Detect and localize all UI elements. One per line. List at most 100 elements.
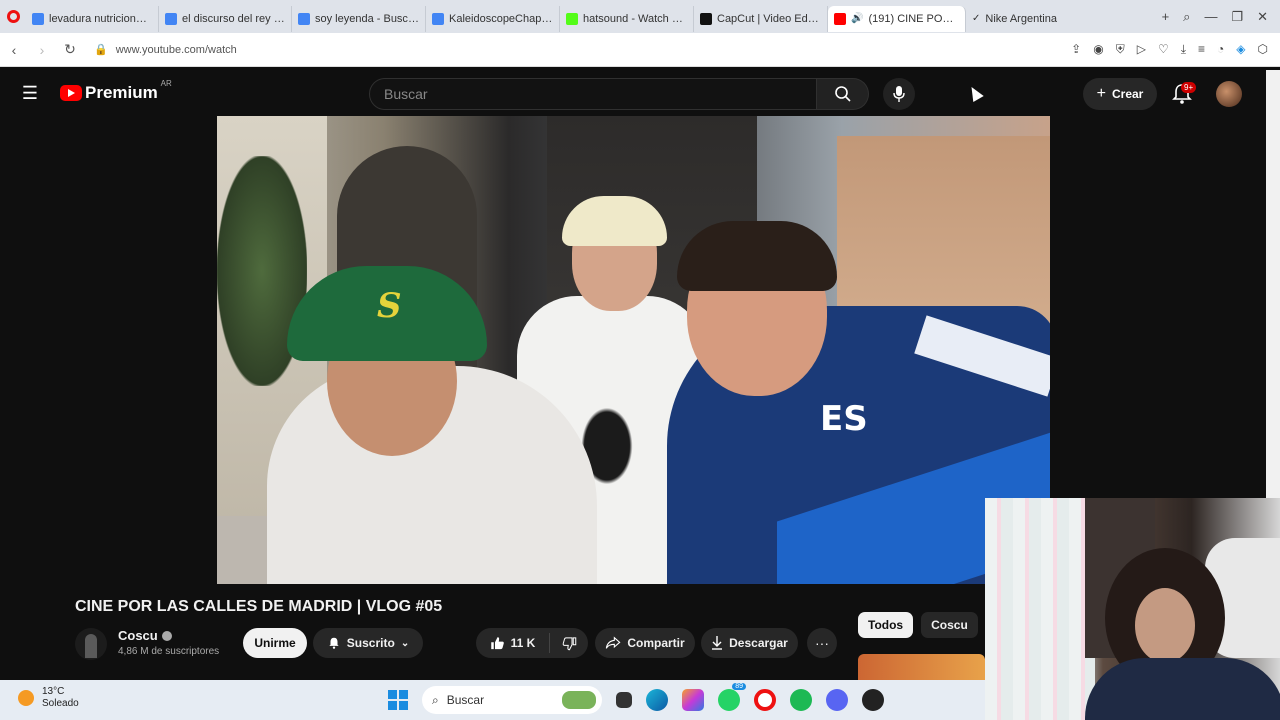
subscribed-button[interactable]: Suscrito ⌄: [313, 628, 423, 658]
tab-capcut[interactable]: CapCut | Video Editor | A: [694, 5, 828, 32]
more-actions-button[interactable]: ···: [807, 628, 837, 658]
back-icon[interactable]: ‹: [0, 42, 28, 58]
webcam-person-face: [1135, 588, 1195, 663]
share-label: Compartir: [627, 636, 685, 650]
download-icon[interactable]: ⤓: [1181, 42, 1186, 57]
account-avatar[interactable]: [1216, 81, 1242, 107]
search-button[interactable]: [817, 78, 869, 110]
create-label: Crear: [1111, 87, 1144, 101]
tab-kaleidoscope[interactable]: KaleidoscopeChappell Ro: [426, 5, 560, 32]
voice-search-button[interactable]: [883, 78, 915, 110]
jersey-text: ES: [820, 399, 868, 439]
create-button[interactable]: + Crear: [1083, 78, 1157, 110]
chevron-down-icon: ⌄: [400, 637, 410, 649]
sun-icon: [18, 690, 34, 706]
close-window-icon[interactable]: ✕: [1257, 9, 1268, 25]
tab-nike[interactable]: ✓ Nike Argentina: [966, 6, 1106, 32]
search-icon: [834, 86, 851, 102]
join-button[interactable]: Unirme: [243, 628, 307, 658]
tab-label: soy leyenda - Buscar con: [315, 12, 419, 25]
obs-icon[interactable]: [862, 689, 884, 711]
search-highlight-icon: [562, 691, 596, 709]
camera-icon[interactable]: ◉: [1093, 42, 1103, 57]
chip-todos[interactable]: Todos: [858, 612, 914, 638]
channel-name[interactable]: Coscu: [118, 628, 172, 643]
like-count: 11 K: [510, 636, 536, 650]
guide-menu-icon[interactable]: ☰: [0, 83, 60, 104]
whatsapp-badge: 89: [732, 683, 746, 690]
tab-label: el discurso del rey - Busc: [182, 12, 285, 25]
taskbar-search[interactable]: ⌕ Buscar: [422, 686, 602, 714]
nike-icon: ✓: [972, 13, 981, 24]
menu-icon[interactable]: ≡: [1198, 42, 1205, 57]
dislike-button[interactable]: [550, 636, 588, 651]
minimize-icon[interactable]: —: [1204, 9, 1217, 24]
google-icon: [432, 12, 444, 25]
speaker-icon: 🔊: [851, 13, 864, 24]
reload-icon[interactable]: ↻: [56, 41, 84, 58]
search-input[interactable]: [369, 78, 817, 110]
video-player[interactable]: S ES: [217, 116, 1050, 584]
play-icon[interactable]: ▷: [1137, 42, 1146, 57]
channel-avatar[interactable]: [75, 628, 107, 660]
tab-label: (191) CINE POR LAS C: [868, 12, 959, 25]
google-icon: [32, 12, 44, 25]
tab-levadura[interactable]: levadura nutricional - Bu: [26, 5, 159, 32]
webcam-curtain: [985, 498, 1095, 720]
file-explorer-icon[interactable]: [616, 692, 632, 708]
video-title: CINE POR LAS CALLES DE MADRID | VLOG #05: [75, 598, 443, 615]
tab-youtube-active[interactable]: 🔊 (191) CINE POR LAS C: [828, 5, 966, 32]
youtube-icon: [834, 12, 846, 25]
browser-tab-bar: levadura nutricional - Bu el discurso de…: [0, 0, 1280, 33]
like-button[interactable]: 11 K: [476, 633, 550, 653]
channel-row: Coscu 4,86 M de suscriptores Unirme Susc…: [75, 626, 855, 666]
temperature: 13°C: [42, 686, 65, 697]
share-button[interactable]: Compartir: [595, 628, 695, 658]
tab-kick[interactable]: hatsound - Watch clips a: [560, 5, 694, 32]
url-field[interactable]: 🔒 www.youtube.com/watch: [94, 43, 237, 57]
discord-icon[interactable]: [826, 689, 848, 711]
heart-icon[interactable]: ♡: [1158, 42, 1169, 57]
edge-icon[interactable]: [646, 689, 668, 711]
google-icon: [165, 12, 177, 25]
download-button[interactable]: Descargar: [701, 628, 798, 658]
opera-logo-icon[interactable]: [0, 0, 26, 33]
forward-icon[interactable]: ›: [28, 42, 56, 58]
webcam-overlay: [985, 498, 1280, 720]
url-text: www.youtube.com/watch: [115, 43, 237, 56]
youtube-premium-logo[interactable]: Premium AR: [60, 79, 172, 103]
thumbs-up-icon: [490, 636, 504, 649]
tab-label: Nike Argentina: [985, 12, 1057, 25]
weather-widget[interactable]: 13°C Soleado: [18, 686, 79, 710]
address-bar: ‹ › ↻ 🔒 www.youtube.com/watch ⇪ ◉ ⛨ ▷ ♡ …: [0, 33, 1280, 67]
opera-icon[interactable]: [754, 689, 776, 711]
tab-discurso[interactable]: el discurso del rey - Busc: [159, 5, 292, 32]
tab-label: KaleidoscopeChappell Ro: [449, 12, 553, 25]
download-arrow-icon: [712, 636, 723, 650]
profile-icon[interactable]: ◔: [1217, 42, 1224, 57]
bell-icon: [329, 637, 339, 649]
capcut-icon: [700, 12, 712, 25]
share-page-icon[interactable]: ⇪: [1071, 42, 1081, 57]
extension-icon[interactable]: ◈: [1236, 42, 1245, 57]
taskbar-search-icon: ⌕: [432, 692, 439, 707]
share-icon: [606, 636, 621, 649]
subscribed-label: Suscrito: [346, 636, 395, 650]
channel-name-text: Coscu: [118, 628, 158, 643]
chip-coscu[interactable]: Coscu: [921, 612, 978, 638]
verified-icon: [161, 630, 172, 641]
windows-start-icon[interactable]: [388, 690, 408, 710]
whatsapp-icon[interactable]: 89: [718, 683, 746, 711]
tab-soy-leyenda[interactable]: soy leyenda - Buscar con: [292, 5, 426, 32]
shield-icon[interactable]: ⛨: [1116, 42, 1125, 57]
related-video-thumbnail[interactable]: [858, 654, 985, 680]
cap-letter: S: [377, 286, 402, 326]
logo-text: Premium: [85, 83, 158, 102]
restore-icon[interactable]: ❐: [1231, 9, 1243, 25]
cube-icon[interactable]: ⬡: [1258, 42, 1268, 57]
spotify-icon[interactable]: [790, 689, 812, 711]
new-tab-button[interactable]: +: [1162, 9, 1170, 24]
copilot-icon[interactable]: [682, 689, 704, 711]
tab-search-icon[interactable]: ⌕: [1183, 9, 1190, 25]
tab-label: levadura nutricional - Bu: [49, 12, 152, 25]
